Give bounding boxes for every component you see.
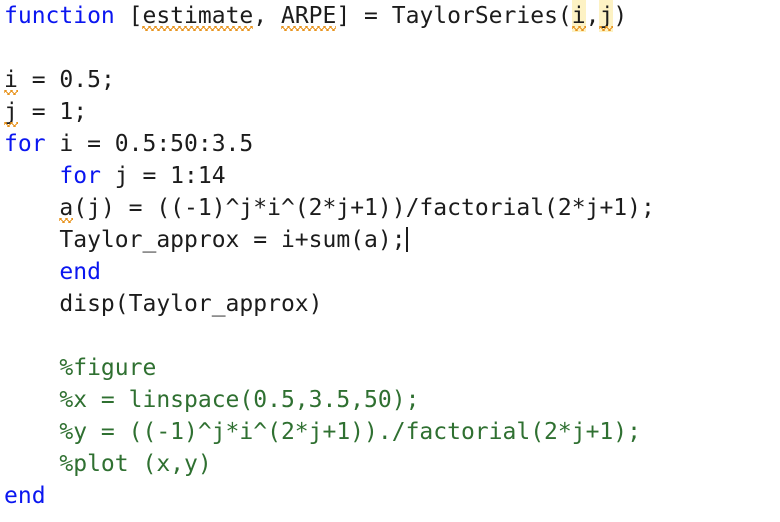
code-token: j = 1:14 (100, 163, 226, 189)
code-line[interactable]: function [estimate, ARPE] = TaylorSeries… (0, 0, 780, 32)
code-lines-container[interactable]: function [estimate, ARPE] = TaylorSeries… (0, 0, 780, 512)
code-line[interactable]: %figure (0, 352, 780, 384)
code-line[interactable]: end (0, 256, 780, 288)
code-line[interactable]: %x = linspace(0.5,3.5,50); (0, 384, 780, 416)
code-token: = 0.5; (17, 67, 115, 93)
code-token: (j) = ((-1)^j*i^(2*j+1))/factorial(2*j+1… (73, 195, 655, 221)
code-token: [ (114, 3, 143, 29)
code-token: = 1; (17, 99, 88, 125)
lint-squiggle-token: ARPE (280, 0, 337, 32)
keyword-token: function (4, 3, 115, 29)
code-token: Taylor_approx = i+sum(a); (59, 227, 406, 253)
lint-squiggle-token: j (599, 0, 613, 32)
keyword-token: for (59, 163, 101, 189)
keyword-token: end (4, 483, 46, 509)
code-line[interactable]: %y = ((-1)^j*i^(2*j+1))./factorial(2*j+1… (0, 416, 780, 448)
code-token: ) (613, 3, 628, 29)
lint-squiggle-token: i (4, 64, 18, 96)
text-caret (405, 227, 408, 252)
code-line[interactable]: j = 1; (0, 96, 780, 128)
comment-token: %figure (59, 355, 157, 381)
code-line[interactable]: %plot (x,y) (0, 448, 780, 480)
keyword-token: for (4, 131, 46, 157)
comment-token: %plot (x,y) (59, 451, 212, 477)
highlighted-variable[interactable]: i (571, 0, 586, 32)
code-line[interactable]: a(j) = ((-1)^j*i^(2*j+1))/factorial(2*j+… (0, 192, 780, 224)
lint-squiggle-token: a (59, 192, 73, 224)
code-line[interactable]: for i = 0.5:50:3.5 (0, 128, 780, 160)
code-line[interactable]: disp(Taylor_approx) (0, 288, 780, 320)
code-line-blank[interactable] (0, 320, 780, 352)
code-token: , (585, 3, 600, 29)
lint-squiggle-token: estimate (142, 0, 253, 32)
highlighted-variable[interactable]: j (599, 0, 614, 32)
code-line[interactable]: end (0, 480, 780, 512)
code-token: ] = TaylorSeries( (336, 3, 572, 29)
comment-token: %x = linspace(0.5,3.5,50); (59, 387, 420, 413)
code-editor-pane[interactable]: function [estimate, ARPE] = TaylorSeries… (0, 0, 780, 522)
code-line[interactable]: Taylor_approx = i+sum(a); (0, 224, 780, 256)
code-line[interactable]: for j = 1:14 (0, 160, 780, 192)
code-line[interactable]: i = 0.5; (0, 64, 780, 96)
code-token: , (253, 3, 281, 29)
lint-squiggle-token: i (571, 0, 586, 32)
code-token: i = 0.5:50:3.5 (45, 131, 254, 157)
lint-squiggle-token: j (4, 96, 18, 128)
code-line-blank[interactable] (0, 32, 780, 64)
code-token: disp(Taylor_approx) (59, 291, 323, 317)
keyword-token: end (59, 259, 101, 285)
comment-token: %y = ((-1)^j*i^(2*j+1))./factorial(2*j+1… (59, 419, 641, 445)
